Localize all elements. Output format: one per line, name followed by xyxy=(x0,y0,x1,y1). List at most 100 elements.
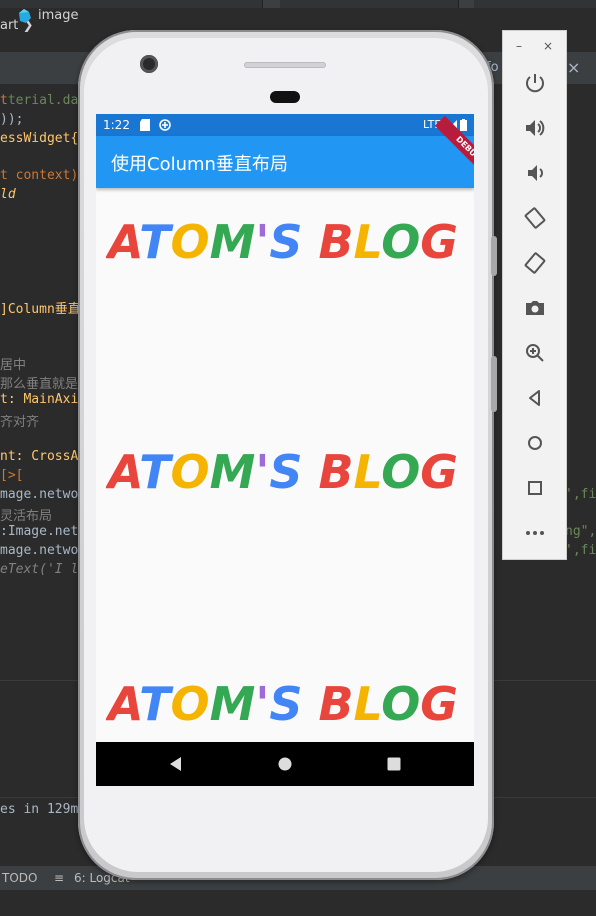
logo-text: ATOM'S BLOG xyxy=(106,215,458,269)
todo-tool-button[interactable]: TODO xyxy=(2,866,37,890)
logo-letter: O xyxy=(171,677,210,731)
power-icon xyxy=(526,74,544,93)
logo-text: ATOM'S BLOG xyxy=(106,445,458,499)
logo-letter: T xyxy=(139,677,174,731)
logo-letter: S xyxy=(269,677,302,731)
overview-button[interactable] xyxy=(523,476,547,500)
logo-letter: L xyxy=(354,445,382,499)
volume-down-icon xyxy=(528,165,543,181)
close-button[interactable]: × xyxy=(543,39,553,53)
rotate-left-button[interactable] xyxy=(523,206,547,230)
list-icon: ≡ xyxy=(54,871,65,885)
device-sensor xyxy=(270,91,300,103)
more-icon xyxy=(526,531,544,535)
back-icon xyxy=(529,390,540,406)
code-line: [>[ xyxy=(0,468,24,483)
overview-icon[interactable] xyxy=(384,754,404,774)
back-button[interactable] xyxy=(523,386,547,410)
logo-image: ATOM'S BLOG xyxy=(105,215,458,269)
network-image-logo: ATOM'S BLOG xyxy=(105,436,466,500)
logo-letter: O xyxy=(381,445,420,499)
logo-letter: G xyxy=(420,677,458,731)
app-bar: 使用Column垂直布局 xyxy=(96,136,474,188)
logo-letter: M xyxy=(210,445,256,499)
logo-letter: B xyxy=(319,445,354,499)
logo-letter: T xyxy=(139,445,174,499)
debug-label: DEBUG xyxy=(434,115,474,174)
device-side-button xyxy=(491,236,497,276)
rotate-left-icon xyxy=(524,207,546,229)
logo-letter: G xyxy=(420,215,458,269)
logo-letter: ' xyxy=(255,445,269,499)
code-line: eText('I l xyxy=(0,562,79,577)
logo-text: ATOM'S BLOG xyxy=(106,677,458,731)
logo-letter: L xyxy=(354,677,382,731)
more-button[interactable] xyxy=(523,521,547,545)
camera-icon xyxy=(526,301,544,315)
rotate-right-icon xyxy=(524,252,546,274)
logo-letter: B xyxy=(319,215,354,269)
minimize-button[interactable]: – xyxy=(516,39,522,53)
volume-down-button[interactable] xyxy=(523,161,547,185)
code-line: ld xyxy=(0,187,16,202)
logo-letter: O xyxy=(381,677,420,731)
editor-tab-image[interactable]: image xyxy=(10,0,79,32)
rotate-right-button[interactable] xyxy=(523,251,547,275)
close-icon[interactable]: × xyxy=(567,52,580,84)
code-line: t: MainAxi xyxy=(0,392,79,407)
logo-letter: A xyxy=(106,445,140,499)
dart-file-icon xyxy=(19,9,31,23)
debug-banner: DEBUG xyxy=(432,114,474,174)
ide-status-bar xyxy=(0,890,596,916)
logo-letter: A xyxy=(106,677,140,731)
emulator-toolbar: – × xyxy=(502,30,567,560)
logo-image: ATOM'S BLOG xyxy=(105,677,458,731)
logo-letter: T xyxy=(139,215,174,269)
logo-letter: M xyxy=(210,215,256,269)
code-line: t context) xyxy=(0,168,79,183)
code-line: ',fi xyxy=(565,543,596,558)
ide-toolbar-segment xyxy=(280,0,459,8)
network-image-logo: ATOM'S BLOG xyxy=(105,206,466,270)
editor-tab-label: image xyxy=(38,8,79,23)
logo-letter: G xyxy=(420,445,458,499)
logo-letter xyxy=(303,445,319,499)
logo-letter: M xyxy=(210,677,256,731)
logo-letter: O xyxy=(171,215,210,269)
device-speaker xyxy=(244,62,326,68)
zoom-button[interactable] xyxy=(523,341,547,365)
logo-letter: B xyxy=(319,677,354,731)
logo-letter: L xyxy=(354,215,382,269)
overview-icon xyxy=(528,481,542,495)
logo-letter xyxy=(303,215,319,269)
network-image-logo: ATOM'S BLOG xyxy=(105,668,466,732)
ide-top-toolbar xyxy=(0,0,596,8)
code-line: ng", xyxy=(565,524,596,539)
code-line: 居中 xyxy=(0,358,27,373)
android-status-bar: 1:22 LTE xyxy=(96,114,474,136)
home-icon[interactable] xyxy=(275,754,295,774)
logo-letter: ' xyxy=(255,677,269,731)
code-line: :Image.net xyxy=(0,524,79,539)
back-icon[interactable] xyxy=(166,754,186,774)
logo-letter: S xyxy=(269,215,302,269)
screenshot-button[interactable] xyxy=(523,296,547,320)
code-line: mage.netwo xyxy=(0,487,79,502)
code-line: essWidget{ xyxy=(0,131,79,146)
logo-letter: A xyxy=(106,215,140,269)
home-button[interactable] xyxy=(523,431,547,455)
device-screen[interactable]: 1:22 LTE 使用Column垂直布局 DEBUG ATOM'S BLOG … xyxy=(96,114,474,786)
logo-letter: ' xyxy=(255,215,269,269)
device-side-button xyxy=(491,356,497,412)
logo-letter: O xyxy=(171,445,210,499)
data-saver-icon xyxy=(159,119,171,131)
zoom-icon xyxy=(526,344,544,362)
code-line: 那么垂直就是 xyxy=(0,377,79,392)
code-line: 齐对齐 xyxy=(0,415,40,430)
code-line: ',fi xyxy=(565,487,596,502)
code-line: )); xyxy=(0,112,24,127)
power-button[interactable] xyxy=(523,71,547,95)
ide-toolbar-segment xyxy=(474,0,596,8)
volume-up-button[interactable] xyxy=(523,116,547,140)
status-time: 1:22 xyxy=(103,118,130,132)
